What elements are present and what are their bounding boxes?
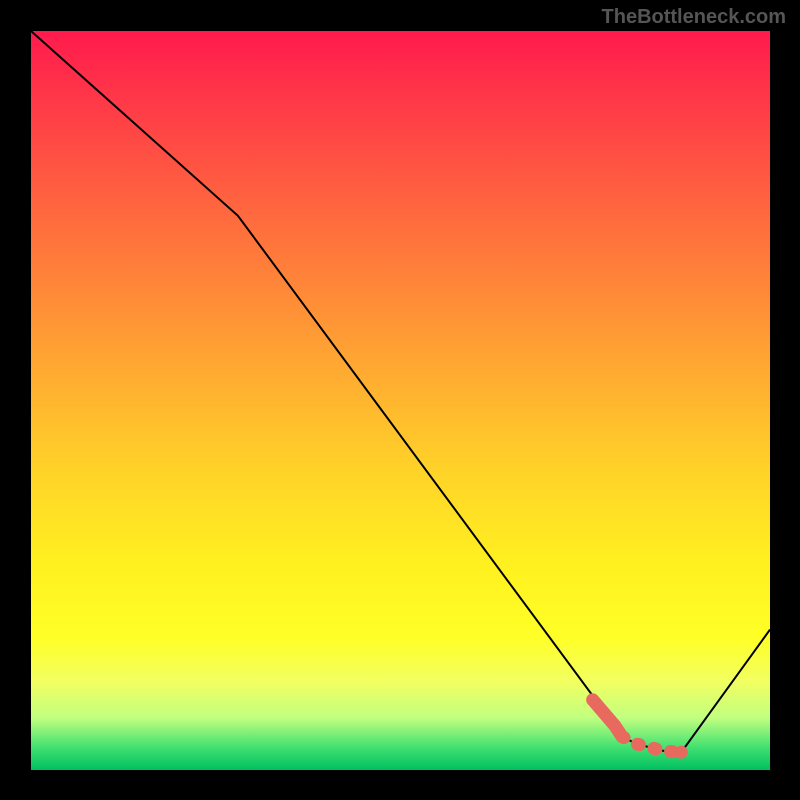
attribution-label: TheBottleneck.com [602,6,786,29]
bottleneck-curve [31,31,770,752]
highlight-segment [593,700,688,759]
chart-svg [31,31,770,770]
chart-container: TheBottleneck.com [0,0,800,800]
